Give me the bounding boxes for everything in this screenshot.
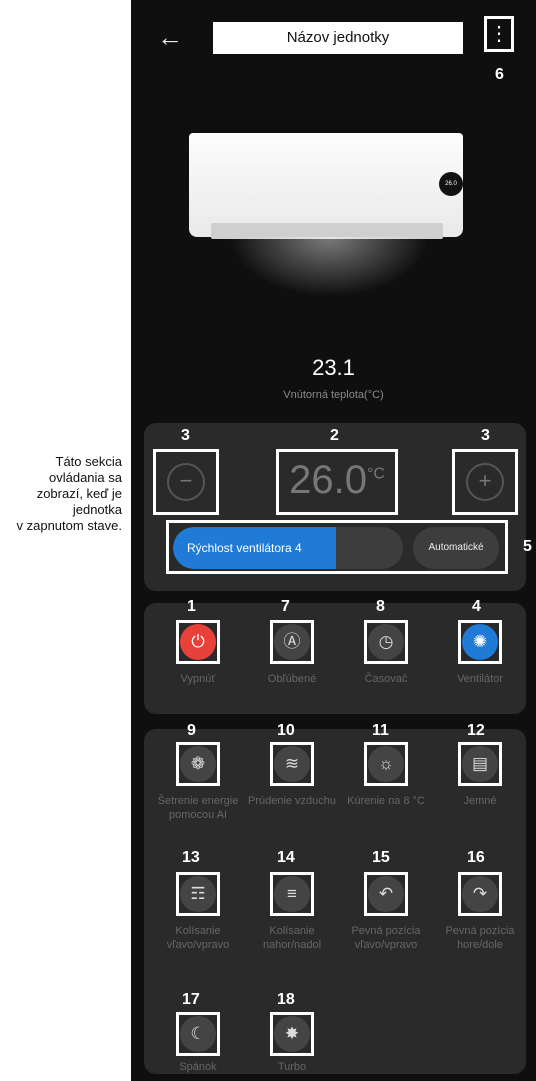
clock-icon: ◷ bbox=[368, 624, 404, 660]
increase-temp-button[interactable]: + bbox=[452, 449, 518, 515]
turbo-label: Turbo bbox=[277, 1061, 307, 1073]
callout-18: 18 bbox=[277, 991, 295, 1008]
favorites-label: Obľúbené bbox=[267, 673, 317, 685]
callout-16: 16 bbox=[467, 849, 485, 866]
side-note-line: v zapnutom stave. bbox=[16, 518, 123, 533]
callout-1: 1 bbox=[187, 598, 196, 615]
side-note-line: zobrazí, keď je bbox=[36, 486, 122, 501]
indoor-temperature: 23.1 bbox=[312, 355, 355, 380]
indoor-temperature-label: Vnútorná teplota(°C) bbox=[283, 389, 384, 401]
callout-10: 10 bbox=[277, 722, 295, 739]
heat-8c-label: Kúrenie na 8 °C bbox=[347, 795, 425, 807]
setpoint-display: 26.0°C bbox=[276, 449, 398, 515]
callout-15: 15 bbox=[372, 849, 390, 866]
callout-14: 14 bbox=[277, 849, 295, 866]
ac-display: 26.0 bbox=[439, 172, 463, 196]
ai-eco-label: Šetrenie energie pomocou AI bbox=[157, 795, 239, 821]
callout-4: 4 bbox=[472, 598, 481, 615]
callout-13: 13 bbox=[182, 849, 200, 866]
back-arrow-icon[interactable]: ← bbox=[157, 22, 187, 52]
side-note: Táto sekcia ovládania sa zobrazí, keď je… bbox=[6, 454, 123, 534]
fixed-ud-label: Pevná pozícia hore/dole bbox=[445, 925, 515, 951]
ac-body bbox=[189, 133, 463, 237]
setpoint-value: 26.0°C bbox=[279, 458, 395, 503]
sun-icon: ☼ bbox=[368, 746, 404, 782]
setpoint-unit: °C bbox=[366, 465, 385, 483]
moon-icon: ☾ bbox=[180, 1016, 216, 1052]
sleep-label: Spánok bbox=[179, 1061, 217, 1073]
unit-name-title: Názov jednotky bbox=[213, 22, 463, 54]
decrease-temp-button[interactable]: − bbox=[153, 449, 219, 515]
phone-screen: ← Názov jednotky ⋮ 6 26.0 23.1 Vnútorná … bbox=[131, 0, 536, 1081]
callout-11: 11 bbox=[372, 722, 389, 739]
fixed-lr-label: Pevná pozícia vľavo/vpravo bbox=[351, 925, 421, 951]
swing-lr-icon: ☶ bbox=[180, 876, 216, 912]
plus-icon: + bbox=[466, 463, 504, 501]
callout-5: 5 bbox=[523, 538, 532, 555]
ac-unit-illustration: 26.0 bbox=[189, 125, 479, 297]
swing-lr-label: Kolísanie vľavo/vpravo bbox=[166, 925, 230, 951]
fixed-lr-icon: ↶ bbox=[368, 876, 404, 912]
leaf-icon: ❁ bbox=[180, 746, 216, 782]
minus-icon: − bbox=[167, 463, 205, 501]
fan-auto-button[interactable]: Automatické bbox=[413, 527, 499, 569]
callout-6: 6 bbox=[495, 66, 504, 83]
turbo-icon: ✸ bbox=[274, 1016, 310, 1052]
side-note-line: Táto sekcia bbox=[55, 454, 122, 469]
swing-ud-label: Kolísanie nahor/nadol bbox=[262, 925, 322, 951]
wind-icon: ≋ bbox=[274, 746, 310, 782]
callout-12: 12 bbox=[467, 722, 485, 739]
setpoint-number: 26.0 bbox=[289, 458, 367, 502]
callout-2: 2 bbox=[330, 427, 339, 444]
fan-speed-slider[interactable]: Rýchlost ventilátora 4 bbox=[173, 527, 403, 569]
side-note-line: jednotka bbox=[72, 502, 122, 517]
more-menu-icon[interactable]: ⋮ bbox=[484, 16, 514, 52]
power-icon: ⏻ bbox=[180, 624, 216, 660]
airflow-glow bbox=[229, 237, 429, 297]
power-label: Vypnúť bbox=[180, 673, 216, 685]
callout-9: 9 bbox=[187, 722, 196, 739]
fixed-ud-icon: ↷ bbox=[462, 876, 498, 912]
fan-speed-label: Rýchlost ventilátora 4 bbox=[187, 541, 302, 555]
callout-3-plus: 3 bbox=[481, 427, 490, 444]
gentle-label: Jemné bbox=[463, 795, 497, 807]
callout-3-minus: 3 bbox=[181, 427, 190, 444]
fan-speed-control: Rýchlost ventilátora 4 Automatické bbox=[166, 520, 508, 574]
airflow-label: Prúdenie vzduchu bbox=[247, 795, 337, 807]
fan-mode-label: Ventilátor bbox=[457, 673, 503, 685]
auto-icon: Ⓐ bbox=[274, 624, 310, 660]
swing-ud-icon: ≡ bbox=[274, 876, 310, 912]
callout-8: 8 bbox=[376, 598, 385, 615]
timer-label: Časovač bbox=[364, 673, 408, 685]
callout-7: 7 bbox=[281, 598, 290, 615]
fan-icon: ✺ bbox=[462, 624, 498, 660]
gentle-icon: ▤ bbox=[462, 746, 498, 782]
side-note-line: ovládania sa bbox=[49, 470, 122, 485]
callout-17: 17 bbox=[182, 991, 200, 1008]
